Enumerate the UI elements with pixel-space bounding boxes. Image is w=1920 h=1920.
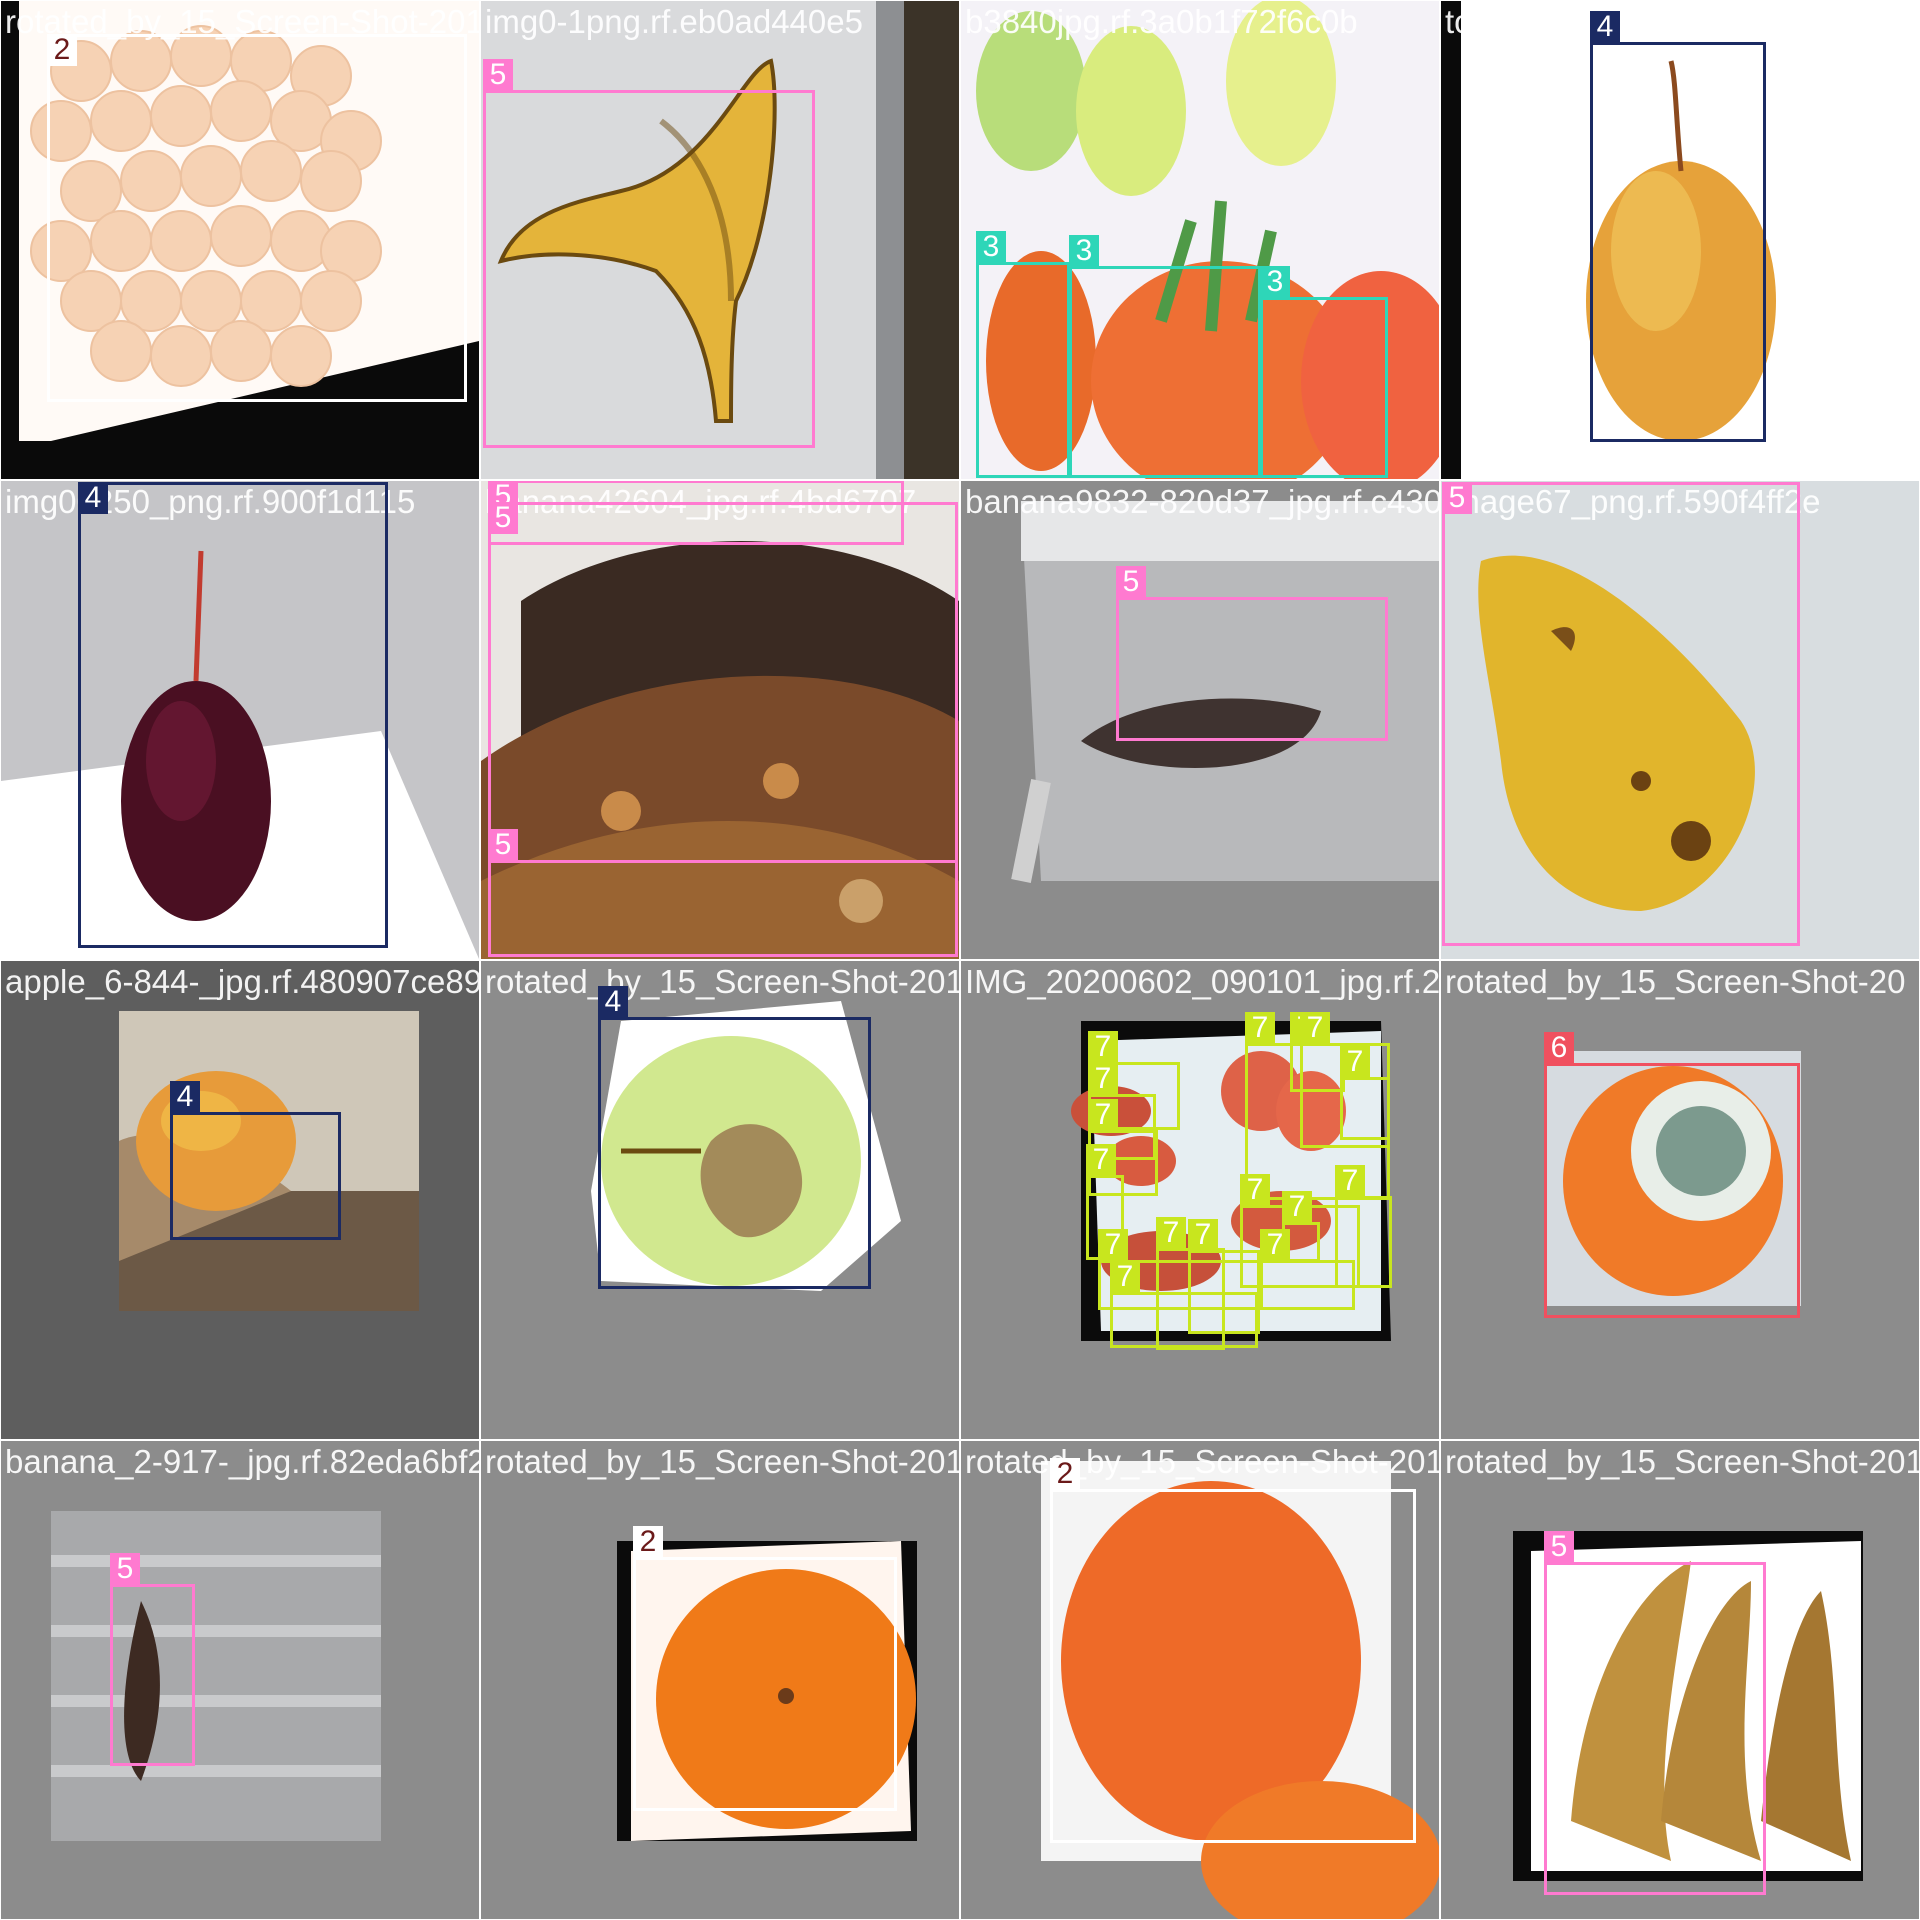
mosaic-tile: rotated_by_15_Screen-Shot-20 6 [1441, 961, 1919, 1439]
tile-filename-caption: rotated_by_15_Screen-Shot-2018-06-13-at [485, 1443, 959, 1480]
tile-photo [1, 1441, 479, 1919]
detection-box: 3 [976, 231, 1070, 478]
detection-box: 5 [488, 829, 958, 957]
detection-box: 3 [1260, 266, 1388, 478]
detection-box: 7 [1260, 1229, 1355, 1310]
detection-box: 2 [633, 1526, 897, 1811]
detection-box: 4 [78, 482, 388, 948]
class-label-tag: 2 [1050, 1458, 1080, 1490]
class-label-tag: 7 [1110, 1261, 1140, 1293]
class-label-tag: 7 [1300, 1012, 1330, 1044]
class-label-tag: 7 [1260, 1229, 1290, 1261]
class-label-tag: 5 [488, 829, 518, 861]
detection-box: 4 [598, 986, 871, 1289]
detection-box: 5 [1442, 482, 1800, 946]
tile-filename-caption: tomato6aa753b.rf.cc49e2a2 [1445, 3, 1856, 40]
class-label-tag: 5 [1116, 566, 1146, 598]
class-label-tag: 5 [110, 1553, 140, 1585]
mosaic-tile: apple_6-844-_jpg.rf.480907ce8919 4 [1, 961, 479, 1439]
tile-filename-caption: banana9832-820d37_jpg.rf.c43044 [965, 483, 1439, 520]
detection-box: 7 [1110, 1261, 1258, 1348]
mosaic-tile: img0-1png.rf.eb0ad440e5 5 [481, 1, 959, 479]
mosaic-tile: IMG_20200602_090101_jpg.rf.2b32f65777777… [961, 961, 1439, 1439]
class-label-tag: 2 [47, 34, 77, 66]
tile-filename-caption: apple_6-844-_jpg.rf.480907ce8919 [5, 963, 479, 1000]
mosaic-tile: rotated_by_15_Screen-Shot-2018-06-08-at4 [481, 961, 959, 1439]
detection-box: 7 [1340, 1046, 1390, 1140]
detection-box: 3 [1069, 235, 1261, 478]
class-label-tag: 4 [1590, 11, 1620, 43]
mosaic-tile: banana_2-917-_jpg.rf.82eda6bf2e4d5ec15f0… [1, 1441, 479, 1919]
mosaic-tile: image67_png.rf.590f4ff2e 5 [1441, 481, 1919, 959]
mosaic-tile: banana9832-820d37_jpg.rf.c43044 5 [961, 481, 1439, 959]
class-label-tag: 7 [1156, 1217, 1186, 1249]
mosaic-tile: banana42604_jpg.rf.4bd6707 5 5 5 [481, 481, 959, 959]
detection-mosaic: rotated_by_15_Screen-Shot-2018-06-12-at-… [0, 0, 1920, 1920]
detection-box: 2 [47, 34, 467, 402]
mosaic-tile: img00250_png.rf.900f1d115 4 [1, 481, 479, 959]
mosaic-tile: b3840jpg.rf.3a0b1f72f6c0b 3 3 3 [961, 1, 1439, 479]
detection-box: 5 [483, 59, 815, 448]
mosaic-tile: rotated_by_15_Screen-Shot-2018-06-13-at 2 [481, 1441, 959, 1919]
detection-box: 5 [110, 1553, 195, 1766]
class-label-tag: 4 [598, 986, 628, 1018]
class-label-tag: 4 [78, 482, 108, 514]
tile-filename-caption: rotated_by_15_Screen-Shot-2018-06-08-at [485, 963, 959, 1000]
class-label-tag: 2 [633, 1526, 663, 1558]
class-label-tag: 7 [1098, 1229, 1128, 1261]
class-label-tag: 7 [1188, 1219, 1218, 1251]
class-label-tag: 3 [1069, 235, 1099, 267]
class-label-tag: 7 [1335, 1165, 1365, 1197]
class-label-tag: 6 [1544, 1032, 1574, 1064]
class-label-tag: 3 [976, 231, 1006, 263]
tile-filename-caption: IMG_20200602_090101_jpg.rf.2b32f65 [965, 963, 1439, 1000]
class-label-tag: 5 [1442, 482, 1472, 514]
detection-box: 5 [1116, 566, 1388, 741]
class-label-tag: 7 [1088, 1099, 1118, 1131]
class-label-tag: 7 [1088, 1063, 1118, 1095]
tile-filename-caption: rotated_by_15_Screen-Shot-2018-06-13-at [1445, 1443, 1919, 1480]
detection-box: 4 [170, 1081, 341, 1240]
mosaic-tile: rotated_by_15_Screen-Shot-2018-06-13-at2 [961, 1441, 1439, 1919]
detection-box: 4 [1590, 11, 1766, 442]
class-label-tag: 7 [1240, 1174, 1270, 1206]
tile-filename-caption: banana_2-917-_jpg.rf.82eda6bf2e4d5ec15f0 [5, 1443, 479, 1480]
detection-box: 6 [1544, 1032, 1800, 1318]
tile-filename-caption: img0-1png.rf.eb0ad440e5 [485, 3, 863, 40]
class-label-tag: 7 [1245, 1012, 1275, 1044]
class-label-tag: 5 [488, 502, 518, 534]
tile-filename-caption: rotated_by_15_Screen-Shot-20 [1445, 963, 1906, 1000]
class-label-tag: 3 [1260, 266, 1290, 298]
tile-filename-caption: b3840jpg.rf.3a0b1f72f6c0b [965, 3, 1358, 40]
mosaic-tile: tomato6aa753b.rf.cc49e2a2 4 [1441, 1, 1919, 479]
class-label-tag: 7 [1088, 1031, 1118, 1063]
class-label-tag: 7 [1086, 1144, 1116, 1176]
tile-filename-caption: rotated_by_15_Screen-Shot-2018-06-13-at [965, 1443, 1439, 1480]
class-label-tag: 5 [483, 59, 513, 91]
class-label-tag: 5 [1544, 1531, 1574, 1563]
class-label-tag: 7 [1282, 1191, 1312, 1223]
class-label-tag: 7 [1340, 1046, 1370, 1078]
mosaic-tile: rotated_by_15_Screen-Shot-2018-06-12-at-… [1, 1, 479, 479]
detection-box: 2 [1050, 1458, 1416, 1843]
class-label-tag: 4 [170, 1081, 200, 1113]
mosaic-tile: rotated_by_15_Screen-Shot-2018-06-13-at 5 [1441, 1441, 1919, 1919]
detection-box: 5 [1544, 1531, 1766, 1895]
